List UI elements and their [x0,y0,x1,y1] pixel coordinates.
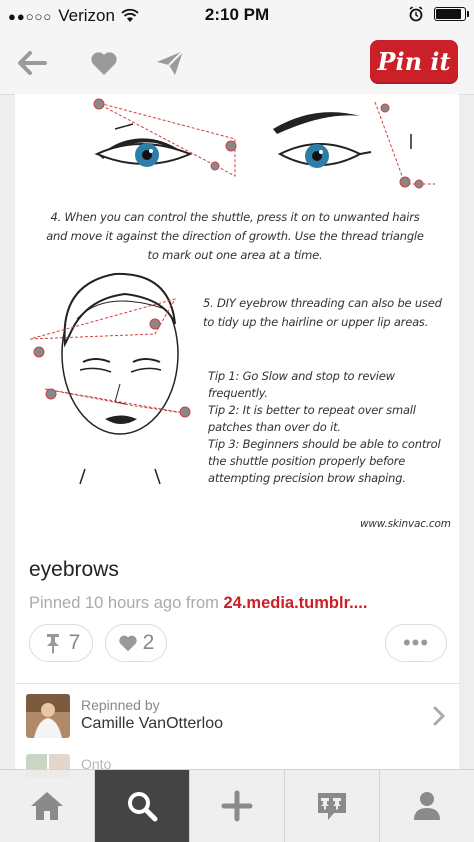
tip3-text: Tip 3: Beginners should be able to contr… [208,437,441,485]
step5-text: 5. DIY eyebrow threading can also be use… [203,296,442,329]
image-credit: www.skinvac.com [360,518,451,530]
like-button[interactable] [88,48,120,78]
search-icon [128,792,158,822]
heart-icon [118,635,137,652]
pin-it-button[interactable]: Pin it [370,40,458,84]
tab-add[interactable] [190,770,284,842]
tip2-text: Tip 2: It is better to repeat over small… [208,403,416,434]
chevron-right-icon [433,706,445,726]
send-button[interactable] [154,48,186,78]
status-right [408,6,469,22]
battery-fill [436,9,461,19]
person-icon [414,792,440,820]
repinned-by-label: Repinned by [81,697,160,713]
pin-image[interactable]: 4. When you can control the shuttle, pre… [15,94,459,544]
avatar [26,694,70,738]
status-bar: ●●○○○ Verizon 2:10 PM [0,0,474,32]
pin-source: Pinned 10 hours ago from 24.media.tumblr… [29,594,367,613]
back-button[interactable] [16,48,48,78]
tab-news[interactable] [285,770,379,842]
back-arrow-icon [18,51,47,75]
alarm-icon [409,6,423,22]
more-icon: ••• [402,630,430,655]
step4-text: 4. When you can control the shuttle, pre… [46,210,424,262]
tab-profile[interactable] [380,770,474,842]
repinned-by-row[interactable]: Repinned by Camille VanOtterloo [15,684,459,748]
tip1-text: Tip 1: Go Slow and stop to review freque… [208,369,395,400]
battery-icon [434,7,469,21]
send-icon [157,50,184,75]
bottom-tab-bar [0,769,474,842]
tips-block: Tip 1: Go Slow and stop to review freque… [208,368,448,487]
news-icon [318,793,346,820]
like-count-button[interactable]: 2 [105,624,167,662]
pin-card: 4. When you can control the shuttle, pre… [15,94,459,778]
repin-button[interactable]: 7 [29,624,93,662]
pin-source-prefix: Pinned 10 hours ago from [29,594,224,612]
more-options-button[interactable]: ••• [385,624,447,662]
repinner-name: Camille VanOtterloo [81,715,223,732]
pin-title: eyebrows [29,558,119,581]
tab-search[interactable] [95,770,189,842]
like-count: 2 [142,631,155,654]
home-icon [31,792,63,820]
status-time: 2:10 PM [204,5,270,24]
pin-actions: 7 2 ••• [29,624,447,664]
source-link[interactable]: 24.media.tumblr.... [223,594,367,612]
tab-home[interactable] [0,770,94,842]
plus-icon [221,790,253,822]
repin-icon [46,634,59,654]
repin-count: 7 [68,631,81,654]
heart-icon [91,52,117,75]
top-action-bar: Pin it [0,32,474,95]
